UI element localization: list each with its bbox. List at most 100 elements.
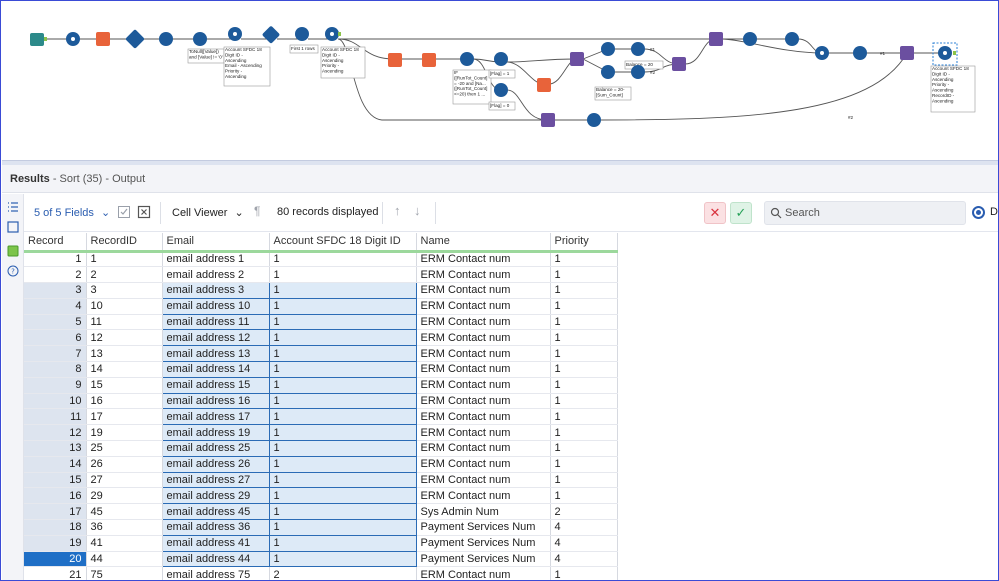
email-cell[interactable]: email address 2 (162, 266, 270, 284)
record-cell[interactable]: 6 (24, 329, 87, 347)
recordid-cell[interactable]: 75 (86, 566, 163, 580)
email-cell[interactable]: email address 45 (161, 503, 270, 521)
recordid-cell[interactable]: 25 (86, 440, 163, 457)
priority-cell[interactable]: 1 (550, 329, 618, 347)
table-row[interactable]: 12 19 email address 19 1 ERM Contact num 1 (24, 424, 618, 442)
priority-cell[interactable]: 1 (550, 298, 618, 315)
table-view-icon[interactable] (7, 221, 19, 233)
recordid-cell[interactable]: 14 (86, 361, 163, 378)
email-cell[interactable]: email address 75 (162, 566, 270, 580)
email-cell[interactable]: email address 10 (161, 297, 270, 315)
record-cell[interactable]: 11 (24, 408, 87, 426)
account-id-cell[interactable]: 1 (268, 392, 417, 410)
recordid-cell[interactable]: 1 (86, 251, 163, 268)
name-cell[interactable]: ERM Contact num (416, 266, 551, 284)
recordid-cell[interactable]: 2 (86, 266, 163, 284)
account-id-cell[interactable]: 1 (268, 424, 417, 442)
table-row[interactable]: 8 14 email address 14 1 ERM Contact num 1 (24, 361, 618, 378)
name-cell[interactable]: Sys Admin Num (416, 503, 551, 521)
table-row[interactable]: 20 44 email address 44 1 Payment Services Nu… (24, 550, 618, 568)
record-cell[interactable]: 7 (24, 345, 87, 363)
help-icon[interactable]: ? (7, 265, 19, 277)
recordid-cell[interactable]: 41 (86, 535, 163, 552)
recordid-cell[interactable]: 13 (86, 345, 163, 363)
data-view-icon[interactable] (7, 245, 19, 257)
account-id-cell[interactable]: 1 (268, 345, 417, 363)
email-cell[interactable]: email address 11 (161, 313, 270, 331)
account-id-cell[interactable]: 1 (268, 519, 417, 536)
pilcrow-icon[interactable]: ¶ (254, 204, 260, 218)
email-cell[interactable]: email address 36 (161, 519, 270, 536)
table-row[interactable]: 5 11 email address 11 1 ERM Contact num 1 (24, 313, 618, 331)
table-row[interactable]: 1 1 email address 1 1 ERM Contact num 1 (24, 251, 618, 268)
priority-cell[interactable]: 1 (550, 456, 618, 473)
table-row[interactable]: 16 29 email address 29 1 ERM Contact num 1 (24, 487, 618, 505)
name-cell[interactable]: ERM Contact num (416, 361, 551, 378)
edit-check-icon[interactable] (117, 205, 131, 219)
account-id-cell[interactable]: 1 (269, 266, 417, 284)
record-cell[interactable]: 9 (24, 377, 87, 394)
email-cell[interactable]: email address 12 (161, 329, 270, 347)
name-cell[interactable]: ERM Contact num (416, 377, 551, 394)
priority-cell[interactable]: 1 (550, 251, 618, 268)
recordid-cell[interactable]: 3 (86, 282, 163, 299)
column-header-recordid[interactable]: RecordID (86, 233, 163, 253)
priority-cell[interactable]: 1 (550, 361, 618, 378)
table-row[interactable]: 21 75 email address 75 2 ERM Contact num 1 (24, 566, 618, 580)
table-row[interactable]: 18 36 email address 36 1 Payment Services Nu… (24, 519, 618, 536)
list-icon[interactable] (7, 201, 19, 213)
priority-cell[interactable]: 1 (550, 424, 618, 442)
record-cell[interactable]: 17 (24, 503, 87, 521)
record-cell[interactable]: 5 (24, 314, 87, 331)
priority-cell[interactable]: 1 (550, 282, 618, 299)
priority-cell[interactable]: 1 (550, 440, 618, 457)
table-row[interactable]: 2 2 email address 2 1 ERM Contact num 1 (24, 266, 618, 284)
record-cell[interactable]: 3 (24, 282, 87, 299)
record-cell[interactable]: 21 (24, 566, 87, 580)
record-cell[interactable]: 8 (24, 361, 87, 378)
priority-cell[interactable]: 1 (550, 266, 618, 284)
name-cell[interactable]: ERM Contact num (416, 393, 551, 410)
account-id-cell[interactable]: 1 (268, 376, 417, 394)
email-cell[interactable]: email address 19 (161, 424, 270, 442)
account-id-cell[interactable]: 1 (269, 251, 417, 268)
name-cell[interactable]: ERM Contact num (416, 566, 551, 580)
account-id-cell[interactable]: 2 (269, 566, 417, 580)
table-row[interactable]: 10 16 email address 16 1 ERM Contact num 1 (24, 392, 618, 410)
account-id-cell[interactable]: 1 (268, 471, 417, 489)
table-row[interactable]: 19 41 email address 41 1 Payment Services Nu… (24, 534, 618, 552)
priority-cell[interactable]: 1 (550, 314, 618, 331)
account-id-cell[interactable]: 1 (268, 534, 417, 552)
recordid-cell[interactable]: 29 (86, 487, 163, 505)
email-cell[interactable]: email address 26 (161, 455, 270, 473)
email-cell[interactable]: email address 16 (161, 392, 270, 410)
account-id-cell[interactable]: 1 (268, 503, 417, 521)
account-id-cell[interactable]: 1 (268, 329, 417, 347)
column-header-email[interactable]: Email (162, 233, 270, 253)
record-cell[interactable]: 10 (24, 393, 87, 410)
priority-cell[interactable]: 1 (550, 566, 618, 580)
priority-cell[interactable]: 4 (550, 519, 618, 536)
email-cell[interactable]: email address 13 (161, 345, 270, 363)
name-cell[interactable]: ERM Contact num (416, 251, 551, 268)
table-row[interactable]: 6 12 email address 12 1 ERM Contact num 1 (24, 329, 618, 347)
email-cell[interactable]: email address 17 (161, 408, 270, 426)
results-grid[interactable]: Record RecordID Email Account SFDC 18 Di… (24, 233, 998, 580)
column-header-account-id[interactable]: Account SFDC 18 Digit ID (269, 233, 417, 253)
recordid-cell[interactable]: 44 (86, 551, 163, 568)
account-id-cell[interactable]: 1 (268, 361, 417, 378)
priority-cell[interactable]: 1 (550, 393, 618, 410)
table-row[interactable]: 4 10 email address 10 1 ERM Contact num 1 (24, 297, 618, 315)
name-cell[interactable]: ERM Contact num (416, 472, 551, 489)
account-id-cell[interactable]: 1 (268, 550, 417, 568)
column-header-priority[interactable]: Priority (550, 233, 618, 253)
recordid-cell[interactable]: 26 (86, 456, 163, 473)
apply-button[interactable]: ✓ (730, 202, 752, 224)
column-header-record[interactable]: Record (24, 233, 87, 253)
name-cell[interactable]: ERM Contact num (416, 314, 551, 331)
email-cell[interactable]: email address 44 (161, 550, 270, 568)
search-box[interactable] (764, 201, 966, 225)
name-cell[interactable]: Payment Services Num (416, 519, 551, 536)
priority-cell[interactable]: 1 (550, 377, 618, 394)
record-cell[interactable]: 19 (24, 535, 87, 552)
